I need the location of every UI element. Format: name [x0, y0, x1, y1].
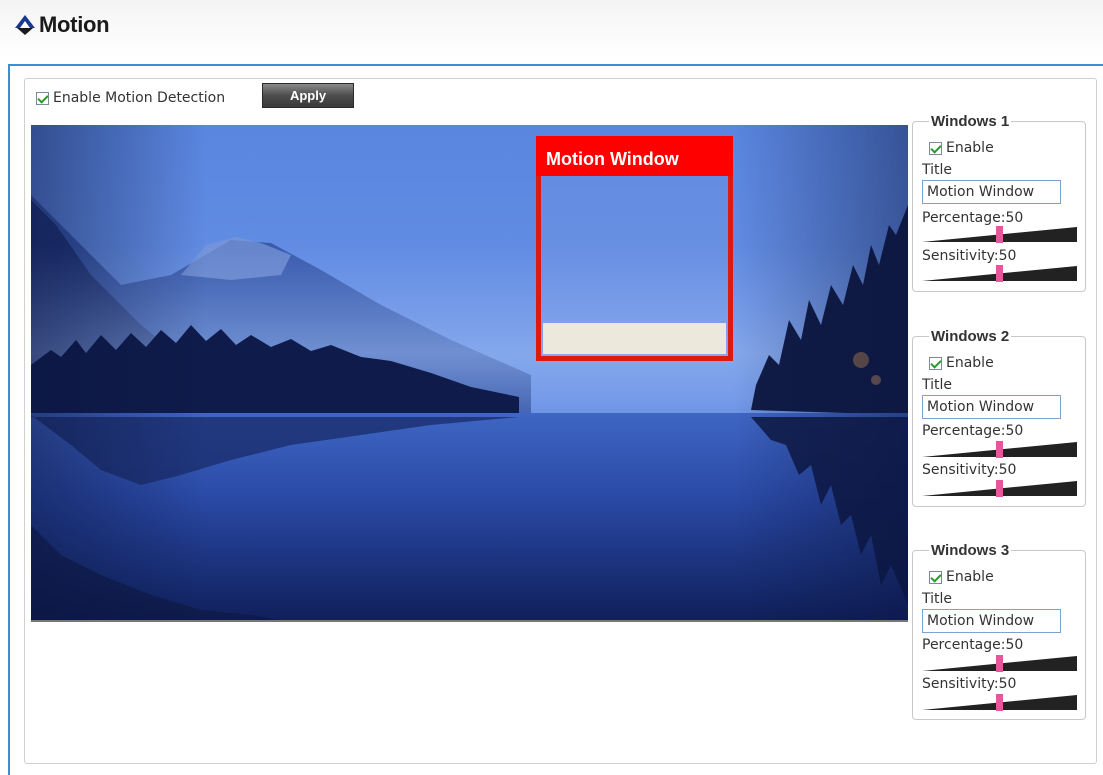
- windows-1-title-input[interactable]: [922, 180, 1061, 204]
- header-title-group: Motion: [14, 12, 110, 38]
- windows-2-panel: Windows 2 Enable Title Percentage:50 Sen…: [912, 328, 1086, 507]
- enable-motion-detection-checkbox[interactable]: [36, 91, 49, 105]
- windows-3-enable-label: Enable: [946, 569, 994, 585]
- windows-1-legend: Windows 1: [929, 113, 1012, 130]
- windows-3-legend: Windows 3: [929, 542, 1012, 559]
- windows-3-title-label: Title: [922, 591, 953, 607]
- windows-3-title-input[interactable]: [922, 609, 1061, 633]
- slider-thumb[interactable]: [996, 265, 1003, 282]
- windows-2-legend: Windows 2: [929, 328, 1012, 345]
- app-logo-icon: [15, 15, 35, 35]
- slider-thumb[interactable]: [996, 694, 1003, 711]
- windows-1-enable-toggle[interactable]: Enable: [929, 140, 994, 156]
- windows-3-enable-toggle[interactable]: Enable: [929, 569, 994, 585]
- windows-3-sensitivity-label: Sensitivity:50: [922, 676, 1017, 692]
- windows-1-panel: Windows 1 Enable Title Percentage:50 Sen…: [912, 113, 1086, 292]
- page-title: Motion: [39, 12, 110, 37]
- windows-3-percentage-label: Percentage:50: [922, 637, 1024, 653]
- windows-2-sensitivity-label: Sensitivity:50: [922, 462, 1017, 478]
- motion-window-footer: [543, 323, 726, 354]
- windows-2-enable-toggle[interactable]: Enable: [929, 355, 994, 371]
- windows-2-percentage-label: Percentage:50: [922, 423, 1024, 439]
- windows-1-sensitivity-label: Sensitivity:50: [922, 248, 1017, 264]
- slider-thumb[interactable]: [996, 441, 1003, 458]
- windows-3-percentage-slider[interactable]: [922, 655, 1077, 673]
- windows-1-enable-checkbox[interactable]: [929, 141, 942, 155]
- apply-button[interactable]: Apply: [262, 83, 354, 108]
- windows-2-percentage-slider[interactable]: [922, 441, 1077, 459]
- slider-thumb[interactable]: [996, 480, 1003, 497]
- slider-thumb[interactable]: [996, 655, 1003, 672]
- windows-1-title-label: Title: [922, 162, 953, 178]
- enable-motion-detection-label: Enable Motion Detection: [53, 90, 226, 106]
- windows-3-sensitivity-slider[interactable]: [922, 694, 1077, 712]
- motion-window-overlay[interactable]: Motion Window: [536, 136, 733, 361]
- windows-2-title-input[interactable]: [922, 395, 1061, 419]
- windows-1-sensitivity-slider[interactable]: [922, 265, 1077, 283]
- windows-2-enable-label: Enable: [946, 355, 994, 371]
- windows-1-enable-label: Enable: [946, 140, 994, 156]
- windows-3-enable-checkbox[interactable]: [929, 570, 942, 584]
- slider-thumb[interactable]: [996, 226, 1003, 243]
- camera-preview-image: [31, 125, 908, 620]
- enable-motion-detection-toggle[interactable]: Enable Motion Detection: [36, 90, 225, 106]
- windows-2-title-label: Title: [922, 377, 953, 393]
- page-header: Motion: [0, 0, 1103, 58]
- windows-2-sensitivity-slider[interactable]: [922, 480, 1077, 498]
- windows-2-enable-checkbox[interactable]: [929, 356, 942, 370]
- camera-preview[interactable]: [31, 125, 908, 622]
- windows-1-percentage-slider[interactable]: [922, 226, 1077, 244]
- windows-1-percentage-label: Percentage:50: [922, 210, 1024, 226]
- windows-3-panel: Windows 3 Enable Title Percentage:50 Sen…: [912, 542, 1086, 720]
- motion-window-title[interactable]: Motion Window: [536, 136, 733, 176]
